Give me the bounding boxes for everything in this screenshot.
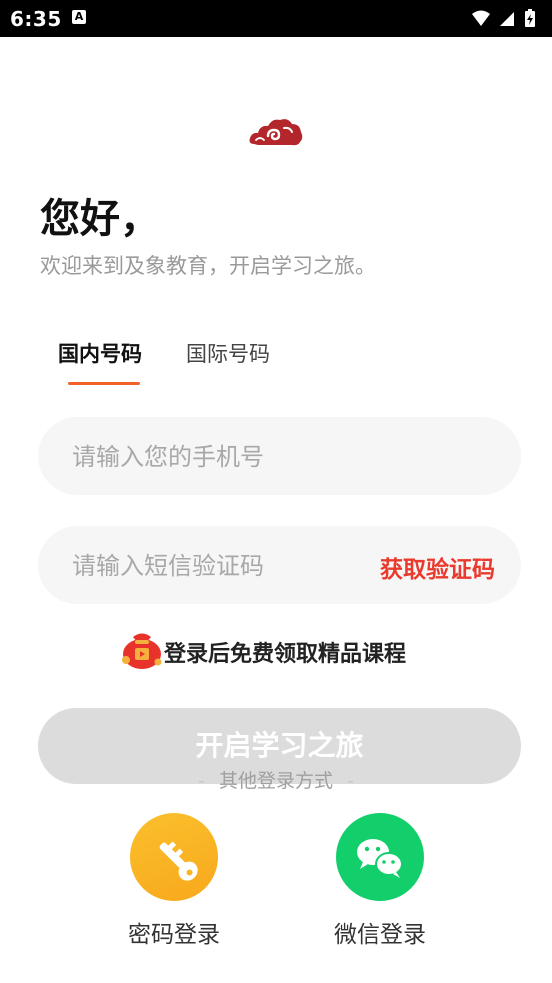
tab-domestic-number[interactable]: 国内号码 xyxy=(58,338,142,368)
battery-icon xyxy=(525,9,535,27)
wechat-icon xyxy=(336,813,424,901)
code-field-container: 获取验证码 xyxy=(38,526,521,606)
cloud-logo-icon xyxy=(248,114,304,150)
phone-field-container xyxy=(38,417,521,497)
divider-dash: - xyxy=(347,770,354,792)
signal-icon xyxy=(500,12,514,26)
promo-text: 登录后免费领取精品课程 xyxy=(164,642,407,667)
other-login-methods-text: 其他登录方式 xyxy=(218,770,333,792)
wechat-login-option[interactable]: 微信登录 xyxy=(310,813,450,949)
tab-international-number[interactable]: 国际号码 xyxy=(186,338,270,368)
divider-dash: - xyxy=(198,770,205,792)
notification-icon: A xyxy=(72,10,86,24)
status-icons xyxy=(470,8,542,30)
other-login-methods-label: - 其他登录方式 - xyxy=(0,766,552,793)
key-icon xyxy=(130,813,218,901)
password-login-option[interactable]: 密码登录 xyxy=(104,813,244,949)
wechat-login-label: 微信登录 xyxy=(334,922,426,948)
greeting-title: 您好， xyxy=(40,196,160,242)
status-time: 6:35 xyxy=(10,7,62,31)
password-login-label: 密码登录 xyxy=(128,922,220,948)
active-tab-indicator xyxy=(68,382,140,385)
phone-input[interactable] xyxy=(70,417,374,497)
welcome-subtitle: 欢迎来到及象教育，开启学习之旅。 xyxy=(40,254,376,278)
verification-code-input[interactable] xyxy=(70,526,374,606)
gift-bag-icon xyxy=(118,624,166,672)
wifi-icon xyxy=(472,10,490,26)
status-bar: 6:35 A xyxy=(0,0,552,37)
get-code-button[interactable]: 获取验证码 xyxy=(380,550,495,584)
